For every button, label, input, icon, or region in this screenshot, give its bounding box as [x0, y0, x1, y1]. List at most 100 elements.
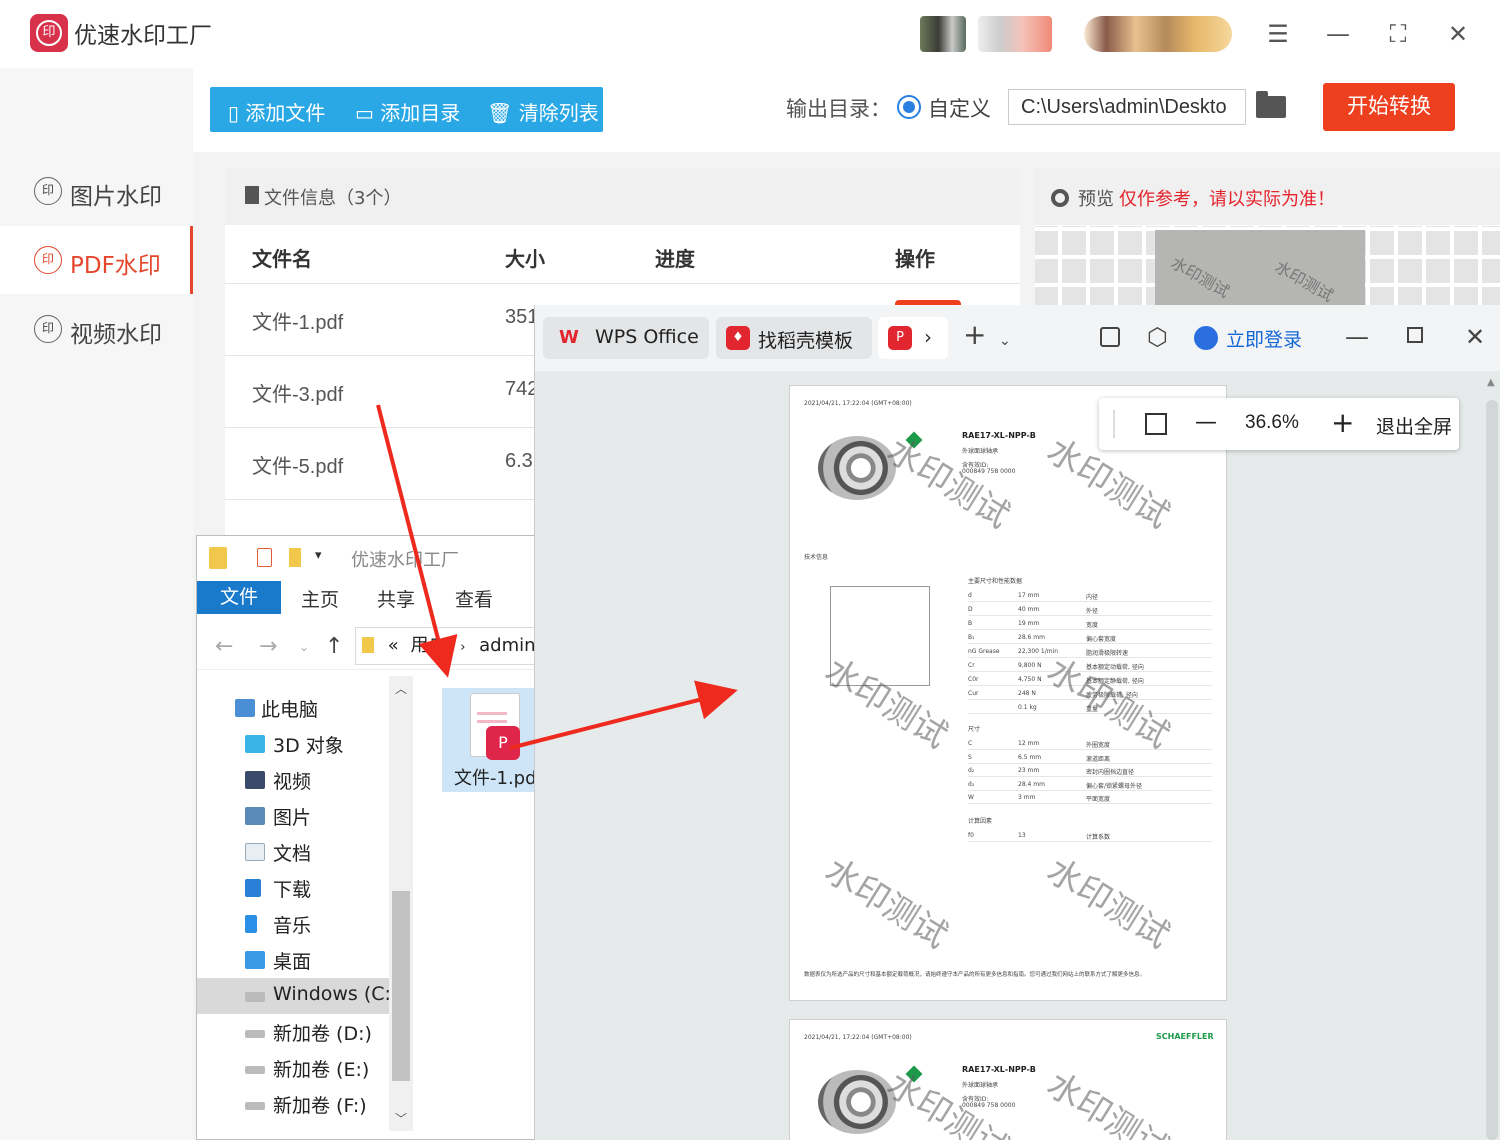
- watermark-text: 水印测试: [817, 850, 955, 957]
- folder-icon: [362, 637, 374, 653]
- chevron-down-icon[interactable]: ⌄: [999, 329, 1011, 353]
- add-folder-button[interactable]: ▭ 添加目录: [355, 97, 460, 126]
- file-count-label: 文件信息（3个）: [264, 188, 402, 209]
- up-arrow-icon[interactable]: ↑: [325, 634, 343, 659]
- sidebar-item-image-watermark[interactable]: 印 图片水印: [0, 157, 193, 225]
- file-info-bar: 文件信息（3个）: [225, 168, 1020, 225]
- fullscreen-icon[interactable]: ⛶: [1378, 14, 1418, 54]
- tab-wps-office[interactable]: W WPS Office: [543, 317, 709, 359]
- address-prefix: «: [387, 635, 399, 656]
- back-arrow-icon[interactable]: ←: [215, 634, 233, 659]
- preview-header: 预览 仅作参考，请以实际为准！: [1035, 168, 1500, 225]
- tree-item-label: 新加卷 (F:): [273, 1095, 367, 1117]
- drive-icon: [245, 1066, 265, 1074]
- spec-cell: 13: [1018, 832, 1026, 839]
- address-input[interactable]: « 用户 › admin: [355, 627, 537, 665]
- tree-item-pictures[interactable]: 图片: [197, 798, 389, 834]
- vip-badge-blurred[interactable]: [1084, 16, 1232, 52]
- cube-icon: [245, 735, 265, 753]
- spec-cell: 4,750 N: [1018, 676, 1042, 683]
- navigation-tree: 此电脑 3D 对象 视频 图片 文档 下载 音乐 桌面 Windows (C:)…: [197, 676, 398, 1140]
- part-number: RAE17-XL-NPP-B: [962, 1065, 1036, 1074]
- tree-item-drive-f[interactable]: 新加卷 (F:): [197, 1086, 389, 1122]
- table-row-line: [968, 789, 1212, 791]
- output-path-input[interactable]: C:\Users\admin\Deskto: [1008, 89, 1246, 125]
- cube-icon[interactable]: ⬡: [1147, 325, 1168, 349]
- pdf-page: 2021/04/21, 17:22:04 (GMT+08:00) SCHAEFF…: [789, 1019, 1227, 1140]
- tree-item-drive-c[interactable]: Windows (C:): [197, 978, 398, 1014]
- chevron-down-icon[interactable]: ﹀: [395, 1110, 407, 1127]
- file-item[interactable]: P 文件-1.pd: [442, 688, 537, 792]
- user-avatar-blurred[interactable]: [920, 16, 966, 52]
- part-description: 外球面球轴承: [962, 1082, 999, 1089]
- address-segment-users[interactable]: 用户: [410, 635, 446, 656]
- tree-item-this-pc[interactable]: 此电脑: [197, 690, 389, 726]
- tree-item-videos[interactable]: 视频: [197, 762, 389, 798]
- login-link[interactable]: 立即登录: [1226, 325, 1302, 352]
- tablet-mode-icon[interactable]: [1100, 327, 1120, 347]
- spec-cell: d₂: [968, 767, 975, 774]
- tree-item-documents[interactable]: 文档: [197, 834, 389, 870]
- tab-templates[interactable]: ♦ 找稻壳模板: [716, 317, 872, 359]
- tab-home[interactable]: 主页: [301, 585, 339, 612]
- start-convert-button[interactable]: 开始转换: [1323, 83, 1455, 131]
- custom-radio-label[interactable]: 自定义: [928, 93, 991, 123]
- video-icon: [245, 771, 265, 789]
- table-row-line: [968, 615, 1212, 616]
- preview-warning: 仅作参考，请以实际为准！: [1119, 189, 1335, 210]
- desktop-icon: [245, 951, 265, 969]
- sidebar-item-pdf-watermark[interactable]: 印 PDF水印: [0, 226, 193, 294]
- add-file-button[interactable]: ▯ 添加文件: [228, 97, 325, 126]
- address-segment-admin[interactable]: admin: [479, 635, 535, 656]
- document-icon: [245, 186, 259, 204]
- table-row-line: [968, 841, 1212, 842]
- close-icon[interactable]: ✕: [1465, 325, 1485, 349]
- chevron-down-icon[interactable]: ▾: [315, 548, 322, 563]
- watermark-text: 水印测试: [1271, 257, 1337, 306]
- exit-fullscreen-button[interactable]: 退出全屏: [1376, 412, 1452, 439]
- tree-item-label: 新加卷 (E:): [273, 1059, 370, 1081]
- tree-item-drive-d[interactable]: 新加卷 (D:): [197, 1014, 389, 1050]
- custom-radio[interactable]: [897, 95, 921, 119]
- maximize-icon[interactable]: [1407, 327, 1423, 343]
- explorer-titlebar: ▾ 优速水印工厂: [197, 536, 537, 580]
- tree-item-drive-e[interactable]: 新加卷 (E:): [197, 1050, 389, 1086]
- tab-file[interactable]: 文件: [197, 581, 281, 614]
- zoom-out-icon[interactable]: —: [1195, 410, 1217, 436]
- chevron-up-icon[interactable]: ︿: [395, 680, 407, 697]
- explorer-title: 优速水印工厂: [351, 550, 459, 571]
- forward-arrow-icon[interactable]: →: [259, 634, 277, 659]
- tab-share[interactable]: 共享: [377, 585, 415, 612]
- zoom-in-icon[interactable]: +: [1331, 409, 1354, 437]
- hamburger-icon[interactable]: ☰: [1258, 14, 1298, 54]
- new-folder-icon[interactable]: [289, 548, 301, 567]
- template-icon: ♦: [726, 326, 750, 350]
- zoom-level[interactable]: 36.6%: [1245, 412, 1299, 434]
- file-name-cell: 文件-1.pdf: [252, 312, 344, 334]
- chevron-up-icon[interactable]: ▲: [1487, 377, 1495, 388]
- minimize-icon[interactable]: —: [1345, 325, 1369, 349]
- tree-item-downloads[interactable]: 下载: [197, 870, 389, 906]
- picture-icon: [245, 807, 265, 825]
- sidebar-item-video-watermark[interactable]: 印 视频水印: [0, 295, 193, 363]
- toolbar-divider: [1113, 410, 1115, 438]
- properties-icon[interactable]: [257, 548, 272, 567]
- scrollbar-thumb[interactable]: [392, 891, 410, 1081]
- user-avatar-icon[interactable]: [1194, 326, 1218, 350]
- tree-item-music[interactable]: 音乐: [197, 906, 389, 942]
- tree-item-3d-objects[interactable]: 3D 对象: [197, 726, 389, 762]
- tab-view[interactable]: 查看: [455, 585, 493, 612]
- clear-list-button[interactable]: 🗑 清除列表: [487, 97, 599, 126]
- close-icon[interactable]: ✕: [1438, 14, 1478, 54]
- clear-list-label: 清除列表: [518, 101, 599, 125]
- fit-page-icon[interactable]: [1145, 413, 1167, 435]
- wps-scrollbar[interactable]: [1486, 400, 1498, 1140]
- chevron-down-icon[interactable]: ⌄: [299, 640, 309, 654]
- tree-item-desktop[interactable]: 桌面: [197, 942, 389, 978]
- tab-pdf-document[interactable]: P ›: [878, 317, 948, 359]
- minimize-icon[interactable]: —: [1318, 14, 1358, 54]
- folder-icon[interactable]: [1256, 91, 1286, 118]
- tree-scrollbar[interactable]: ︿ ﹀: [389, 676, 413, 1131]
- new-tab-plus-icon[interactable]: +: [963, 321, 986, 349]
- chevron-right-icon[interactable]: ›: [924, 325, 932, 349]
